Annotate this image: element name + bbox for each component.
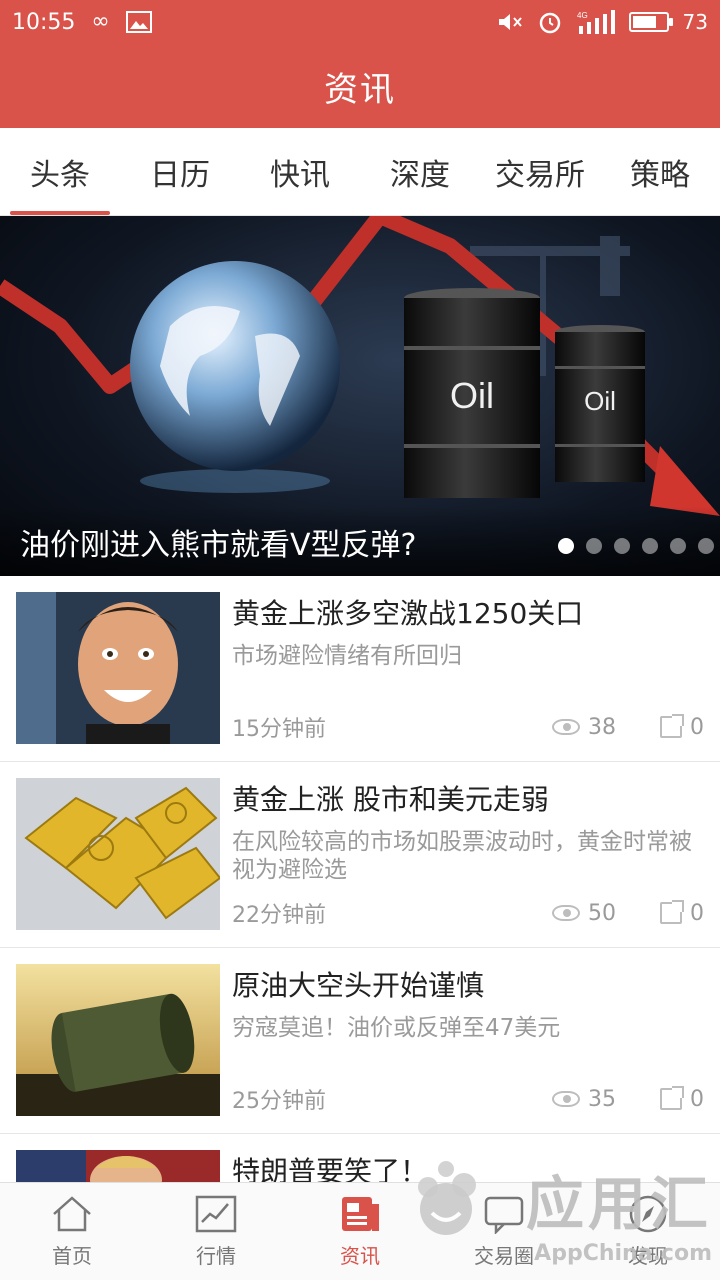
battery-level: 73 (682, 10, 708, 34)
view-count-value: 38 (588, 714, 616, 740)
news-summary: 穷寇莫追！油价或反弹至47美元 (232, 1015, 561, 1041)
signal-icon: 4G (577, 10, 615, 34)
alarm-icon (537, 9, 563, 35)
image-icon (125, 11, 152, 33)
carousel-dot[interactable] (670, 538, 686, 554)
eye-icon (552, 1091, 580, 1107)
battery-icon (628, 12, 673, 32)
news-item[interactable]: 黄金上涨 股市和美元走弱 在风险较高的市场如股票波动时，黄金时常被视为避险选 2… (0, 762, 720, 948)
share-icon (660, 714, 684, 738)
nav-market[interactable]: 行情 (144, 1183, 288, 1280)
tab-exchange[interactable]: 交易所 (480, 128, 600, 215)
news-icon (338, 1194, 382, 1234)
share-button[interactable]: 0 (660, 1086, 704, 1112)
tab-label: 交易所 (495, 157, 585, 193)
share-icon (660, 900, 684, 924)
page-title: 资讯 (324, 69, 396, 110)
share-count-value: 0 (690, 1086, 704, 1112)
mute-icon (497, 11, 523, 33)
view-count: 38 (552, 715, 616, 740)
tab-strategy[interactable]: 策略 (600, 128, 720, 215)
barrel-label: Oil (584, 386, 616, 416)
category-tabs: 头条 日历 快讯 深度 交易所 策略 (0, 128, 720, 216)
news-time: 22分钟前 (232, 903, 326, 928)
tab-depth[interactable]: 深度 (360, 128, 480, 215)
eye-icon (552, 905, 580, 921)
carousel-dot[interactable] (586, 538, 602, 554)
chart-icon (194, 1194, 238, 1234)
news-title: 黄金上涨多空激战1250关口 (232, 597, 584, 630)
news-meta: 22分钟前 50 0 (232, 897, 704, 929)
nav-discover[interactable]: 发现 (576, 1183, 720, 1280)
view-count-value: 50 (588, 900, 616, 926)
home-icon (50, 1194, 94, 1234)
nav-label: 首页 (52, 1244, 92, 1268)
view-count: 50 (552, 901, 616, 926)
tab-headlines[interactable]: 头条 (0, 128, 120, 215)
banner-caption[interactable]: 油价刚进入熊市就看V型反弹? (20, 520, 416, 564)
banner-carousel[interactable]: Oil Oil 油价刚进入熊市就看V型反弹? (0, 216, 720, 576)
view-count: 35 (552, 1087, 616, 1112)
tab-label: 深度 (390, 157, 450, 193)
news-time: 15分钟前 (232, 717, 326, 742)
nav-home[interactable]: 首页 (0, 1183, 144, 1280)
status-bar: 10:55 ∞ 4G 73 (0, 0, 720, 44)
chat-icon (482, 1194, 526, 1234)
news-title: 黄金上涨 股市和美元走弱 (232, 783, 549, 816)
nav-label: 交易圈 (474, 1244, 534, 1268)
news-thumbnail (16, 778, 220, 930)
svg-text:4G: 4G (577, 11, 588, 20)
nav-label: 行情 (196, 1244, 236, 1268)
news-summary: 市场避险情绪有所回归 (232, 643, 462, 669)
app-bar: 资讯 (0, 44, 720, 128)
news-item[interactable]: 黄金上涨多空激战1250关口 市场避险情绪有所回归 15分钟前 38 0 (0, 576, 720, 762)
barrel-label: Oil (450, 375, 494, 416)
carousel-dot[interactable] (614, 538, 630, 554)
news-thumbnail (16, 964, 220, 1116)
news-time: 25分钟前 (232, 1089, 326, 1114)
carousel-dot[interactable] (698, 538, 714, 554)
carousel-dot[interactable] (642, 538, 658, 554)
share-count-value: 0 (690, 714, 704, 740)
news-meta: 15分钟前 38 0 (232, 711, 704, 743)
carousel-dot[interactable] (558, 538, 574, 554)
news-thumbnail (16, 592, 220, 744)
nav-label: 资讯 (340, 1244, 380, 1268)
share-button[interactable]: 0 (660, 714, 704, 740)
share-icon (660, 1086, 684, 1110)
tab-label: 日历 (150, 157, 210, 193)
news-meta: 25分钟前 35 0 (232, 1083, 704, 1115)
carousel-indicators (558, 538, 714, 554)
eye-icon (552, 719, 580, 735)
share-button[interactable]: 0 (660, 900, 704, 926)
infinity-icon: ∞ (91, 9, 110, 34)
news-list: 黄金上涨多空激战1250关口 市场避险情绪有所回归 15分钟前 38 0 黄金上… (0, 576, 720, 1280)
tab-label: 头条 (30, 157, 90, 193)
tab-calendar[interactable]: 日历 (120, 128, 240, 215)
news-item[interactable]: 原油大空头开始谨慎 穷寇莫追！油价或反弹至47美元 25分钟前 35 0 (0, 948, 720, 1134)
news-summary: 在风险较高的市场如股票波动时，黄金时常被视为避险选 (232, 829, 692, 883)
status-right-icons: 4G 73 (497, 9, 708, 35)
tab-label: 快讯 (270, 157, 330, 193)
compass-icon (626, 1194, 670, 1234)
news-title: 原油大空头开始谨慎 (232, 969, 485, 1002)
status-left-icons: ∞ (91, 9, 152, 34)
status-time: 10:55 (12, 9, 76, 35)
bottom-navigation: 首页 行情 资讯 交易圈 发现 (0, 1182, 720, 1280)
tab-flash[interactable]: 快讯 (240, 128, 360, 215)
tab-label: 策略 (630, 157, 690, 193)
nav-label: 发现 (628, 1244, 668, 1268)
nav-news[interactable]: 资讯 (288, 1183, 432, 1280)
nav-community[interactable]: 交易圈 (432, 1183, 576, 1280)
share-count-value: 0 (690, 900, 704, 926)
view-count-value: 35 (588, 1086, 616, 1112)
